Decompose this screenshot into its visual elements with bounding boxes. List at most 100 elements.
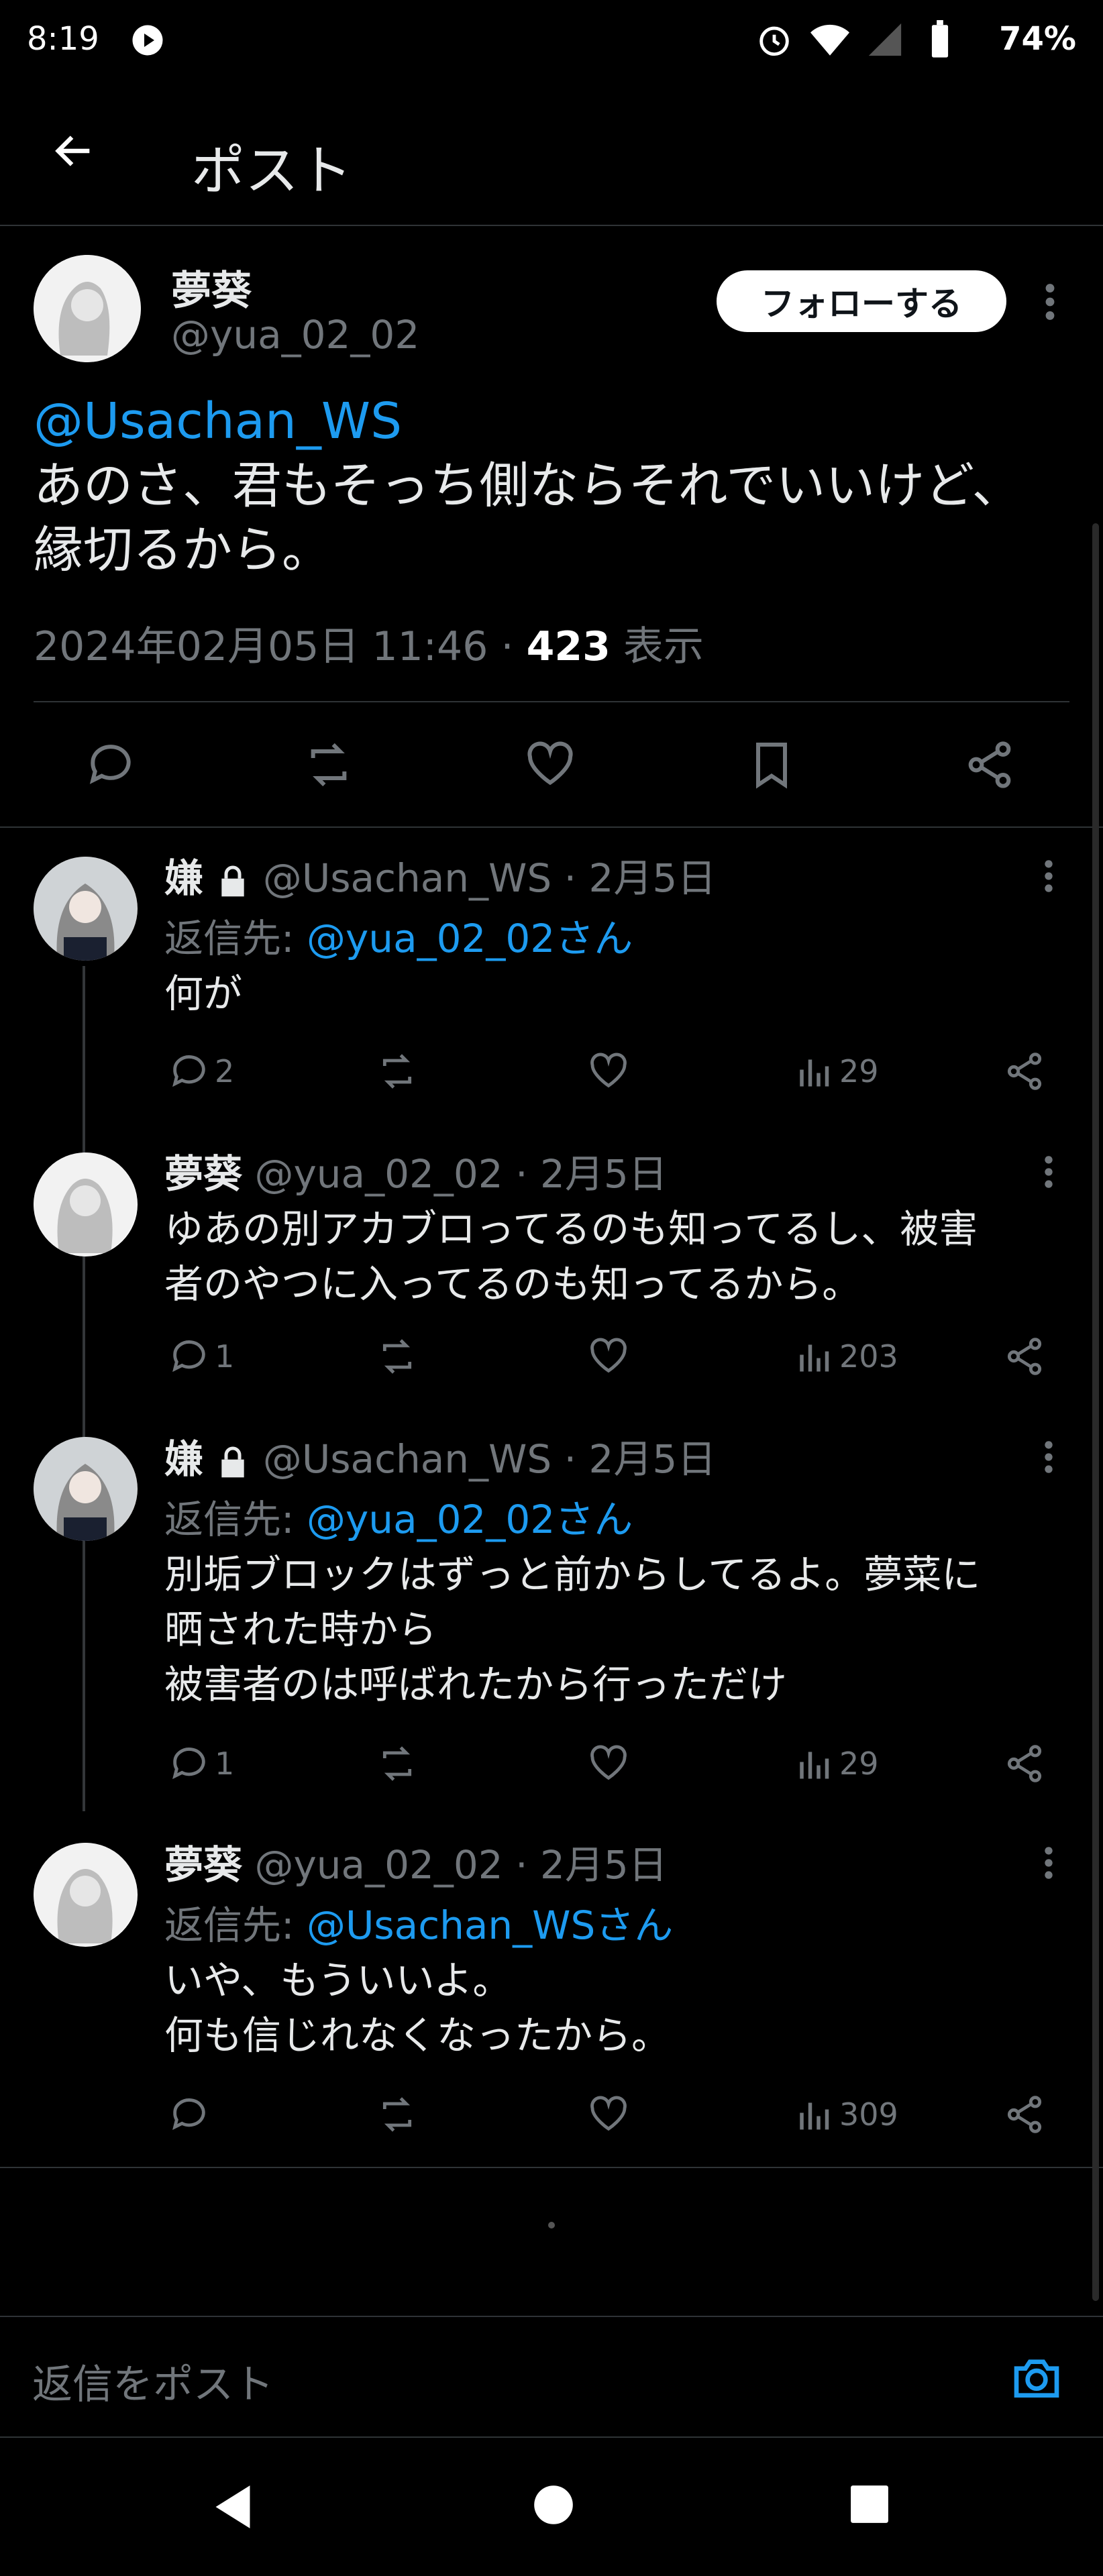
share-icon[interactable] xyxy=(1003,1050,1046,1093)
reply-count-button[interactable]: 2 xyxy=(168,1050,234,1093)
reply-icon[interactable] xyxy=(84,738,138,792)
author-handle[interactable]: @yua_02_02 xyxy=(171,312,419,358)
reply-text-line: 何が xyxy=(164,971,243,1016)
reply-text: ゆあの別アカブロってるのも知ってるし、被害 者のやつに入ってるのも知ってるから。 xyxy=(164,1201,1077,1311)
more-options-icon[interactable] xyxy=(1037,1436,1061,1478)
like-icon[interactable] xyxy=(587,1050,630,1093)
repost-icon[interactable] xyxy=(302,738,356,792)
reply-to-link[interactable]: @yua_02_02さん xyxy=(307,916,633,961)
status-time: 8:19 xyxy=(27,20,99,58)
lock-icon xyxy=(219,1446,246,1478)
post-text-line: あのさ、君もそっち側ならそれでいいけど、 xyxy=(34,457,1022,515)
reply-text-line: 者のやつに入ってるのも知ってるから。 xyxy=(164,1261,861,1307)
post-text-line: 縁切るから。 xyxy=(34,521,331,579)
reply-avatar[interactable] xyxy=(34,1843,138,1947)
author-name[interactable]: 夢葵 xyxy=(171,258,252,317)
view-count: 29 xyxy=(839,1746,879,1782)
reply-input[interactable]: 返信をポスト xyxy=(32,2352,274,2410)
repost-icon[interactable] xyxy=(376,1335,419,1378)
signal-icon xyxy=(865,20,904,59)
reply-text: 別垢ブロックはずっと前からしてるよ。夢菜に 晒された時から 被害者のは呼ばれたか… xyxy=(164,1547,1077,1712)
recents-nav-icon[interactable] xyxy=(849,2483,890,2525)
reply-count: 1 xyxy=(215,1338,235,1375)
reply-to-link[interactable]: @yua_02_02さん xyxy=(307,1497,633,1542)
reply-text-line: 被害者のは呼ばれたから行っただけ xyxy=(164,1662,788,1707)
reply-avatar[interactable] xyxy=(34,1437,138,1541)
reply-count-button[interactable]: 1 xyxy=(168,1742,234,1785)
like-icon[interactable] xyxy=(523,738,577,792)
scrollbar[interactable] xyxy=(1092,523,1099,2301)
reply-to-link[interactable]: @Usachan_WSさん xyxy=(307,1902,673,1948)
reply-avatar[interactable] xyxy=(34,857,138,961)
reply-handle-date: @yua_02_02 · 2月5日 xyxy=(254,1151,668,1197)
view-count: 203 xyxy=(839,1338,898,1375)
camera-icon[interactable] xyxy=(1010,2351,1063,2404)
reply-count-button[interactable]: 1 xyxy=(168,1335,234,1378)
divider xyxy=(0,826,1103,828)
more-options-icon[interactable] xyxy=(1037,1842,1061,1884)
reply-action-bar: 309 xyxy=(164,2083,1063,2150)
share-icon[interactable] xyxy=(1003,2093,1046,2136)
battery-percent: 74% xyxy=(999,20,1076,58)
battery-icon xyxy=(929,20,951,59)
wifi-icon xyxy=(808,20,851,59)
reply-count-button[interactable] xyxy=(168,2093,215,2136)
bookmark-icon[interactable] xyxy=(745,738,798,792)
views-button[interactable]: 309 xyxy=(795,2093,898,2136)
reply-author-name[interactable]: 夢葵 xyxy=(164,1151,242,1197)
reply-text-line: 別垢ブロックはずっと前からしてるよ。夢菜に xyxy=(164,1552,981,1597)
repost-icon[interactable] xyxy=(376,1050,419,1093)
reply-author-name[interactable]: 嫌 xyxy=(164,1436,203,1482)
post-view-count: 423 xyxy=(526,623,611,670)
reply-to-prefix: 返信先: xyxy=(164,1902,307,1948)
reply-text: いや、もういいよ。 何も信じれなくなったから。 xyxy=(164,1953,1077,2063)
views-button[interactable]: 203 xyxy=(795,1335,898,1378)
loading-dot xyxy=(548,2222,555,2229)
reply-to-prefix: 返信先: xyxy=(164,916,307,961)
author-avatar[interactable] xyxy=(34,255,141,362)
views-button[interactable]: 29 xyxy=(795,1050,879,1093)
like-icon[interactable] xyxy=(587,1742,630,1785)
repost-icon[interactable] xyxy=(376,2093,419,2136)
back-nav-icon[interactable] xyxy=(211,2483,254,2530)
divider xyxy=(34,701,1069,702)
reply-author-name[interactable]: 嫌 xyxy=(164,855,203,901)
reply-handle-date: @Usachan_WS · 2月5日 xyxy=(262,1436,717,1482)
page-title: ポスト xyxy=(191,140,352,202)
reply-to-prefix: 返信先: xyxy=(164,1497,307,1542)
more-options-icon[interactable] xyxy=(1037,1151,1061,1193)
reply-handle-date: @Usachan_WS · 2月5日 xyxy=(262,855,717,901)
share-icon[interactable] xyxy=(1003,1742,1046,1785)
reply-action-bar: 1 203 xyxy=(164,1325,1063,1392)
share-icon[interactable] xyxy=(1003,1335,1046,1378)
post-metadata: 2024年02月05日 11:46 · 423 表示 xyxy=(34,614,704,672)
reply-count: 2 xyxy=(215,1053,235,1089)
reply-compose-bar[interactable]: 返信をポスト xyxy=(0,2316,1103,2438)
reply-handle-date: @yua_02_02 · 2月5日 xyxy=(254,1842,668,1888)
reply-avatar[interactable] xyxy=(34,1152,138,1256)
post-timestamp: 2024年02月05日 11:46 · xyxy=(34,623,527,670)
reply-action-bar: 1 29 xyxy=(164,1732,1063,1799)
home-nav-icon[interactable] xyxy=(532,2483,575,2526)
back-arrow-icon[interactable] xyxy=(50,127,97,174)
reply-text-line: ゆあの別アカブロってるのも知ってるし、被害 xyxy=(164,1206,978,1252)
reply-item[interactable]: 嫌 @Usachan_WS · 2月5日 返信先: @yua_02_02さん 何… xyxy=(164,847,1077,1021)
more-options-icon[interactable] xyxy=(1037,855,1061,897)
like-icon[interactable] xyxy=(587,1335,630,1378)
status-bar: 8:19 74% xyxy=(0,0,1103,80)
reply-item[interactable]: 嫌 @Usachan_WS · 2月5日 返信先: @yua_02_02さん 別… xyxy=(164,1428,1077,1712)
share-icon[interactable] xyxy=(963,738,1016,792)
repost-icon[interactable] xyxy=(376,1742,419,1785)
views-button[interactable]: 29 xyxy=(795,1742,879,1785)
post-mention-link[interactable]: @Usachan_WS xyxy=(34,389,1080,453)
top-app-bar: ポスト xyxy=(0,80,1103,226)
post-action-bar xyxy=(0,724,1103,805)
reply-text-line: いや、もういいよ。 xyxy=(164,1957,512,2003)
reply-item[interactable]: 夢葵 @yua_02_02 · 2月5日 ゆあの別アカブロってるのも知ってるし、… xyxy=(164,1142,1077,1311)
post-view-label: 表示 xyxy=(610,623,704,670)
like-icon[interactable] xyxy=(587,2093,630,2136)
reply-item[interactable]: 夢葵 @yua_02_02 · 2月5日 返信先: @Usachan_WSさん … xyxy=(164,1833,1077,2063)
follow-button[interactable]: フォローする xyxy=(717,270,1006,332)
reply-author-name[interactable]: 夢葵 xyxy=(164,1842,242,1888)
more-options-icon[interactable] xyxy=(1037,278,1063,325)
